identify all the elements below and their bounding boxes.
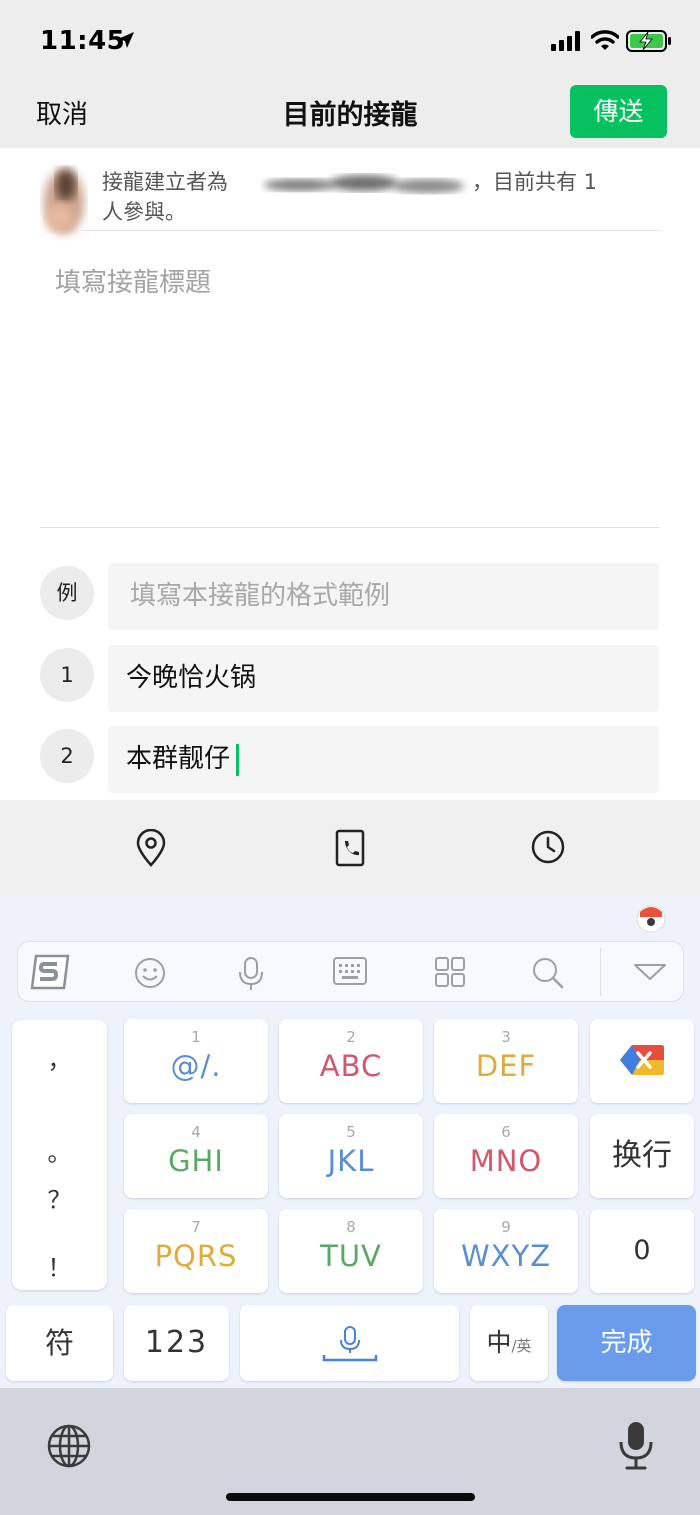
key-digit: 8 bbox=[346, 1218, 356, 1236]
text-caret bbox=[236, 743, 240, 776]
key-digit: 3 bbox=[501, 1028, 511, 1046]
key-letters: PQRS bbox=[154, 1239, 238, 1273]
avatar bbox=[30, 157, 94, 247]
send-button[interactable]: 傳送 bbox=[570, 85, 667, 138]
key-letters: ABC bbox=[319, 1049, 383, 1083]
entry-text: 本群靓仔 bbox=[126, 744, 231, 774]
delete-key[interactable] bbox=[590, 1019, 694, 1103]
key-letters: @/. bbox=[170, 1049, 222, 1083]
key-2[interactable]: 2 ABC bbox=[279, 1019, 423, 1103]
key-letters: WXYZ bbox=[460, 1239, 552, 1273]
creator-count-line: 人參與。 bbox=[102, 200, 186, 224]
key-letters: JKL bbox=[327, 1144, 375, 1178]
divider bbox=[40, 527, 660, 528]
key-8[interactable]: 8 TUV bbox=[279, 1209, 423, 1293]
status-time: 11:45 bbox=[40, 26, 126, 56]
entry-text: 今晚恰火锅 bbox=[126, 663, 257, 693]
signal-icon bbox=[551, 31, 580, 51]
apps-grid-icon[interactable] bbox=[434, 956, 466, 988]
home-indicator[interactable] bbox=[226, 1493, 475, 1501]
lang-main: 中 bbox=[486, 1328, 512, 1357]
entry-number: 2 bbox=[40, 729, 94, 783]
key-digit: 5 bbox=[346, 1123, 356, 1141]
key-4[interactable]: 4 GHI bbox=[124, 1114, 268, 1198]
punctuation-column: ， 。 ？ ！ bbox=[12, 1020, 107, 1290]
example-label: 例 bbox=[40, 566, 94, 620]
key-9[interactable]: 9 WXYZ bbox=[434, 1209, 578, 1293]
key-6[interactable]: 6 MNO bbox=[434, 1114, 578, 1198]
language-switch-key[interactable]: 中/英 bbox=[470, 1305, 548, 1381]
creator-suffix: ，目前共有 1 bbox=[472, 170, 598, 194]
space-key[interactable] bbox=[240, 1305, 459, 1381]
sogou-logo-icon[interactable] bbox=[28, 952, 72, 992]
clock-icon[interactable] bbox=[530, 829, 566, 865]
key-digit: 7 bbox=[191, 1218, 201, 1236]
location-pin-icon[interactable] bbox=[135, 829, 167, 867]
key-letters: GHI bbox=[168, 1144, 224, 1178]
dictation-microphone-icon[interactable] bbox=[617, 1420, 655, 1472]
divider bbox=[600, 948, 601, 996]
punct-comma-key[interactable]: ， bbox=[12, 1040, 107, 1075]
key-digit: 9 bbox=[501, 1218, 511, 1236]
key-3[interactable]: 3 DEF bbox=[434, 1019, 578, 1103]
entry-number: 1 bbox=[40, 648, 94, 702]
globe-icon[interactable] bbox=[46, 1423, 92, 1469]
entry-input[interactable]: 今晚恰火锅 bbox=[108, 645, 659, 712]
title-input[interactable]: 填寫接龍標題 bbox=[55, 262, 211, 299]
key-letters: MNO bbox=[469, 1144, 543, 1178]
battery-charging-icon bbox=[626, 30, 671, 52]
emoji-icon[interactable] bbox=[133, 956, 167, 990]
creator-prefix: 接龍建立者為 bbox=[102, 170, 228, 194]
key-1[interactable]: 1 @/. bbox=[124, 1019, 268, 1103]
location-arrow-icon bbox=[118, 32, 134, 48]
backspace-icon bbox=[620, 1045, 664, 1075]
key-letters: DEF bbox=[475, 1049, 537, 1083]
wifi-icon bbox=[591, 30, 619, 50]
numbers-key[interactable]: 123 bbox=[124, 1305, 229, 1381]
collapse-chevron-icon[interactable] bbox=[633, 962, 667, 982]
key-digit: 4 bbox=[191, 1123, 201, 1141]
entry-input-active[interactable]: 本群靓仔 bbox=[108, 726, 659, 793]
key-digit: 6 bbox=[501, 1123, 511, 1141]
done-key[interactable]: 完成 bbox=[557, 1305, 696, 1381]
space-mic-icon bbox=[322, 1326, 377, 1362]
key-5[interactable]: 5 JKL bbox=[279, 1114, 423, 1198]
microphone-icon[interactable] bbox=[236, 956, 266, 992]
search-icon[interactable] bbox=[531, 956, 565, 990]
example-input[interactable]: 填寫本接龍的格式範例 bbox=[108, 563, 659, 630]
punct-period-key[interactable]: 。 bbox=[12, 1133, 107, 1168]
candidate-bar bbox=[17, 941, 684, 1002]
key-7[interactable]: 7 PQRS bbox=[124, 1209, 268, 1293]
key-0[interactable]: 0 bbox=[590, 1209, 694, 1293]
key-letters: TUV bbox=[320, 1239, 382, 1273]
divider bbox=[82, 230, 660, 231]
phone-icon[interactable] bbox=[335, 829, 365, 867]
keyboard-icon[interactable] bbox=[332, 956, 368, 986]
lang-sub: /英 bbox=[511, 1337, 532, 1355]
mascot-icon[interactable] bbox=[634, 900, 668, 934]
punct-exclaim-key[interactable]: ！ bbox=[12, 1248, 107, 1283]
punct-question-key[interactable]: ？ bbox=[12, 1180, 107, 1215]
newline-key[interactable]: 换行 bbox=[590, 1114, 694, 1198]
key-digit: 2 bbox=[346, 1028, 356, 1046]
redacted-name bbox=[264, 175, 464, 193]
key-digit: 1 bbox=[191, 1028, 201, 1046]
symbols-key[interactable]: 符 bbox=[6, 1305, 113, 1381]
